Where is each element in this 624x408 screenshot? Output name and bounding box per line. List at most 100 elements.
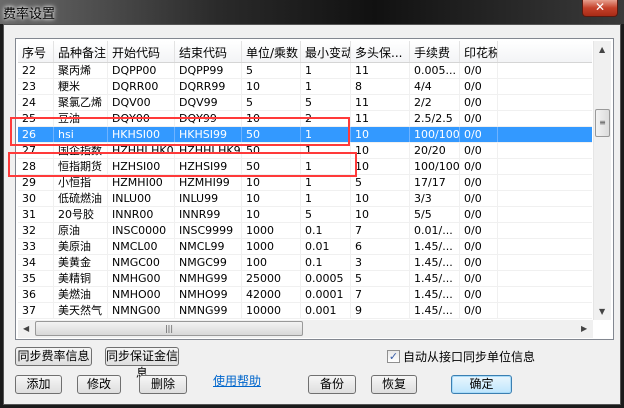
table-cell: 1	[301, 79, 351, 94]
table-cell: NMNG99	[175, 303, 242, 318]
table-cell: 原油	[54, 223, 108, 238]
table-cell: 100	[242, 255, 301, 270]
table-cell: 0/0	[460, 303, 498, 318]
table-row[interactable]: 23 粳米 DQRR00 DQRR99 10 1 8 4/4 0/0	[18, 79, 592, 95]
column-header[interactable]: 印花税	[460, 41, 498, 62]
table-cell: INNR99	[175, 207, 242, 222]
column-header[interactable]: 序号	[18, 41, 54, 62]
scroll-down-icon[interactable]: ▼	[599, 307, 605, 316]
restore-button[interactable]: 恢复	[371, 375, 417, 394]
table-cell: 2.5/2.5	[410, 111, 460, 126]
table-cell: 33	[18, 239, 54, 254]
table-cell: 10000	[242, 303, 301, 318]
table-cell-filler	[498, 175, 592, 190]
table-cell: 11	[351, 95, 410, 110]
table-cell: 0/0	[460, 207, 498, 222]
column-header[interactable]: 品种备注	[54, 41, 108, 62]
table-cell: 10	[351, 207, 410, 222]
table-row[interactable]: 30 低硫燃油 INLU00 INLU99 10 1 10 3/3 0/0	[18, 191, 592, 207]
table-cell: 22	[18, 63, 54, 78]
table-cell-filler	[498, 63, 592, 78]
table-cell: NMHG00	[108, 271, 175, 286]
table-row[interactable]: 24 聚氯乙烯 DQV00 DQV99 5 5 11 2/2 0/0	[18, 95, 592, 111]
table-cell: 10	[242, 175, 301, 190]
table-cell: INNR00	[108, 207, 175, 222]
table-row[interactable]: 22 聚丙烯 DQPP00 DQPP99 5 1 11 0.005... 0/0	[18, 63, 592, 79]
vertical-scrollbar[interactable]: ▲ ≡ ▼	[593, 41, 611, 320]
table-cell: DQRR00	[108, 79, 175, 94]
table-row[interactable]: 31 20号胶 INNR00 INNR99 10 5 10 5/5 0/0	[18, 207, 592, 223]
column-header[interactable]: 结束代码	[175, 41, 242, 62]
table-cell: HZMHI00	[108, 175, 175, 190]
table-cell-filler	[498, 95, 592, 110]
checkbox-check-icon[interactable]: ✓	[387, 350, 400, 363]
sync-fee-button[interactable]: 同步费率信息	[15, 347, 92, 366]
table-cell: 11	[351, 111, 410, 126]
table-cell: 100/100	[410, 127, 460, 142]
table-cell: 1.45/...	[410, 271, 460, 286]
dialog-body: 序号 品种备注 开始代码 结束代码 单位/乘数 最小变动 多头保... 手续费 印花税 22 聚丙…	[3, 24, 621, 405]
column-header[interactable]: 手续费	[410, 41, 460, 62]
table-row[interactable]: 33 美原油 NMCL00 NMCL99 1000 0.01 6 1.45/... 0/0	[18, 239, 592, 255]
table-cell-filler	[498, 143, 592, 158]
table-cell: 23	[18, 79, 54, 94]
table-row[interactable]: 36 美燃油 NMHO00 NMHO99 42000 0.0001 7 1.45/... 0/0	[18, 287, 592, 303]
table-cell: 1000	[242, 223, 301, 238]
modify-button[interactable]: 修改	[77, 375, 121, 394]
table-cell: 4/4	[410, 79, 460, 94]
table-cell-filler	[498, 287, 592, 302]
column-header[interactable]: 单位/乘数	[242, 41, 301, 62]
horizontal-scrollbar[interactable]: ◀ ||| ▶	[18, 320, 593, 338]
add-button[interactable]: 添加	[15, 375, 62, 394]
table-cell: 0/0	[460, 239, 498, 254]
scroll-left-icon[interactable]: ◀	[23, 324, 29, 333]
window-title: 费率设置	[3, 7, 56, 22]
horizontal-scroll-thumb[interactable]: |||	[35, 321, 303, 336]
table-cell: 0.1	[301, 223, 351, 238]
table-row[interactable]: 29 小恒指 HZMHI00 HZMHI99 10 1 5 17/17 0/0	[18, 175, 592, 191]
table-cell: 0/0	[460, 111, 498, 126]
table-cell: 10	[351, 127, 410, 142]
scroll-up-icon[interactable]: ▲	[599, 45, 605, 54]
scroll-right-icon[interactable]: ▶	[581, 324, 587, 333]
table-cell: 7	[351, 223, 410, 238]
ok-button[interactable]: 确定	[451, 375, 512, 394]
delete-button[interactable]: 删除	[139, 375, 187, 394]
table-row[interactable]: 35 美精铜 NMHG00 NMHG99 25000 0.0005 5 1.45/... 0/0	[18, 271, 592, 287]
table-cell: 1.45/...	[410, 255, 460, 270]
table-cell: NMHG99	[175, 271, 242, 286]
column-header[interactable]: 开始代码	[108, 41, 175, 62]
table-cell: 34	[18, 255, 54, 270]
table-cell: DQRR99	[175, 79, 242, 94]
column-header[interactable]: 最小变动	[301, 41, 351, 62]
table-cell: 0/0	[460, 63, 498, 78]
table-cell: NMCL00	[108, 239, 175, 254]
fee-table: 序号 品种备注 开始代码 结束代码 单位/乘数 最小变动 多头保... 手续费 印花税 22 聚丙…	[15, 38, 614, 340]
table-cell: 37	[18, 303, 54, 318]
table-cell: 8	[351, 79, 410, 94]
table-cell: 美燃油	[54, 287, 108, 302]
table-row[interactable]: 34 美黄金 NMGC00 NMGC99 100 0.1 3 1.45/... 0/0	[18, 255, 592, 271]
table-cell: 10	[242, 191, 301, 206]
table-cell: 29	[18, 175, 54, 190]
sync-margin-button[interactable]: 同步保证金信息	[105, 347, 179, 380]
table-cell: 0.0005	[301, 271, 351, 286]
auto-sync-checkbox[interactable]: ✓ 自动从接口同步单位信息	[387, 348, 535, 365]
table-cell: 0/0	[460, 223, 498, 238]
table-cell: NMCL99	[175, 239, 242, 254]
close-button[interactable]: ✕	[582, 0, 618, 17]
help-link[interactable]: 使用帮助	[213, 372, 261, 389]
table-cell-filler	[498, 79, 592, 94]
title-bar: 费率设置 ✕	[0, 0, 624, 24]
vertical-scroll-thumb[interactable]: ≡	[595, 109, 610, 137]
table-row[interactable]: 32 原油 INSC0000 INSC9999 1000 0.1 7 0.01/... 0/0	[18, 223, 592, 239]
table-cell-filler	[498, 255, 592, 270]
table-cell: 20号胶	[54, 207, 108, 222]
table-cell: NMGC00	[108, 255, 175, 270]
column-header[interactable]: 多头保...	[351, 41, 410, 62]
table-cell: 5	[242, 63, 301, 78]
table-row[interactable]: 37 美天然气 NMNG00 NMNG99 10000 0.001 9 1.45/... 0/0	[18, 303, 592, 319]
table-cell: 1.45/...	[410, 287, 460, 302]
table-cell: 0.1	[301, 255, 351, 270]
backup-button[interactable]: 备份	[308, 375, 356, 394]
